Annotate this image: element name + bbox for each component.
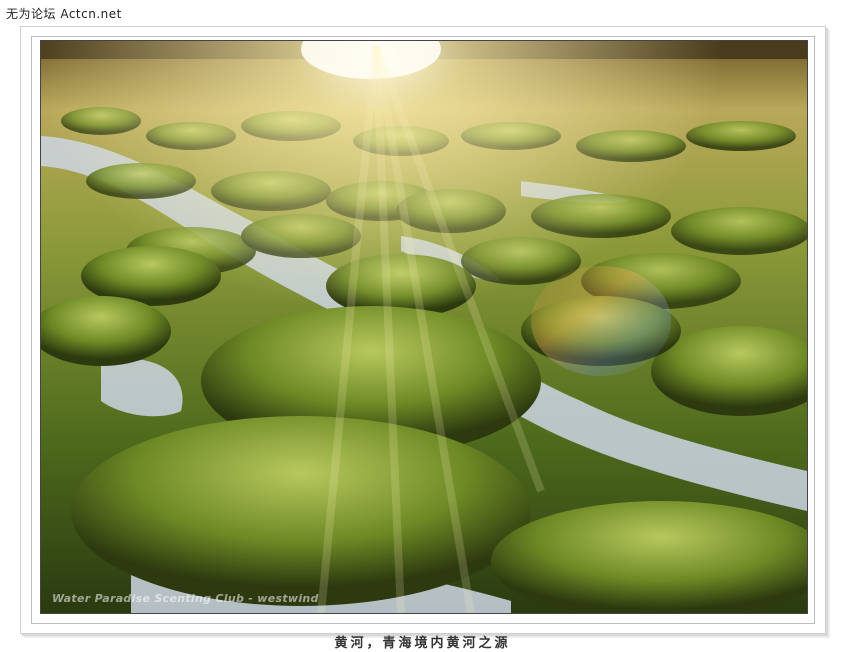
photo-credit: Water Paradise Scenting Club - westwind <box>52 592 319 605</box>
grassland-scene <box>41 41 807 613</box>
landscape-photo <box>40 40 808 614</box>
site-watermark: 无为论坛 Actcn.net <box>6 7 122 21</box>
photo-caption: 黄河，青海境内黄河之源 <box>334 636 511 651</box>
